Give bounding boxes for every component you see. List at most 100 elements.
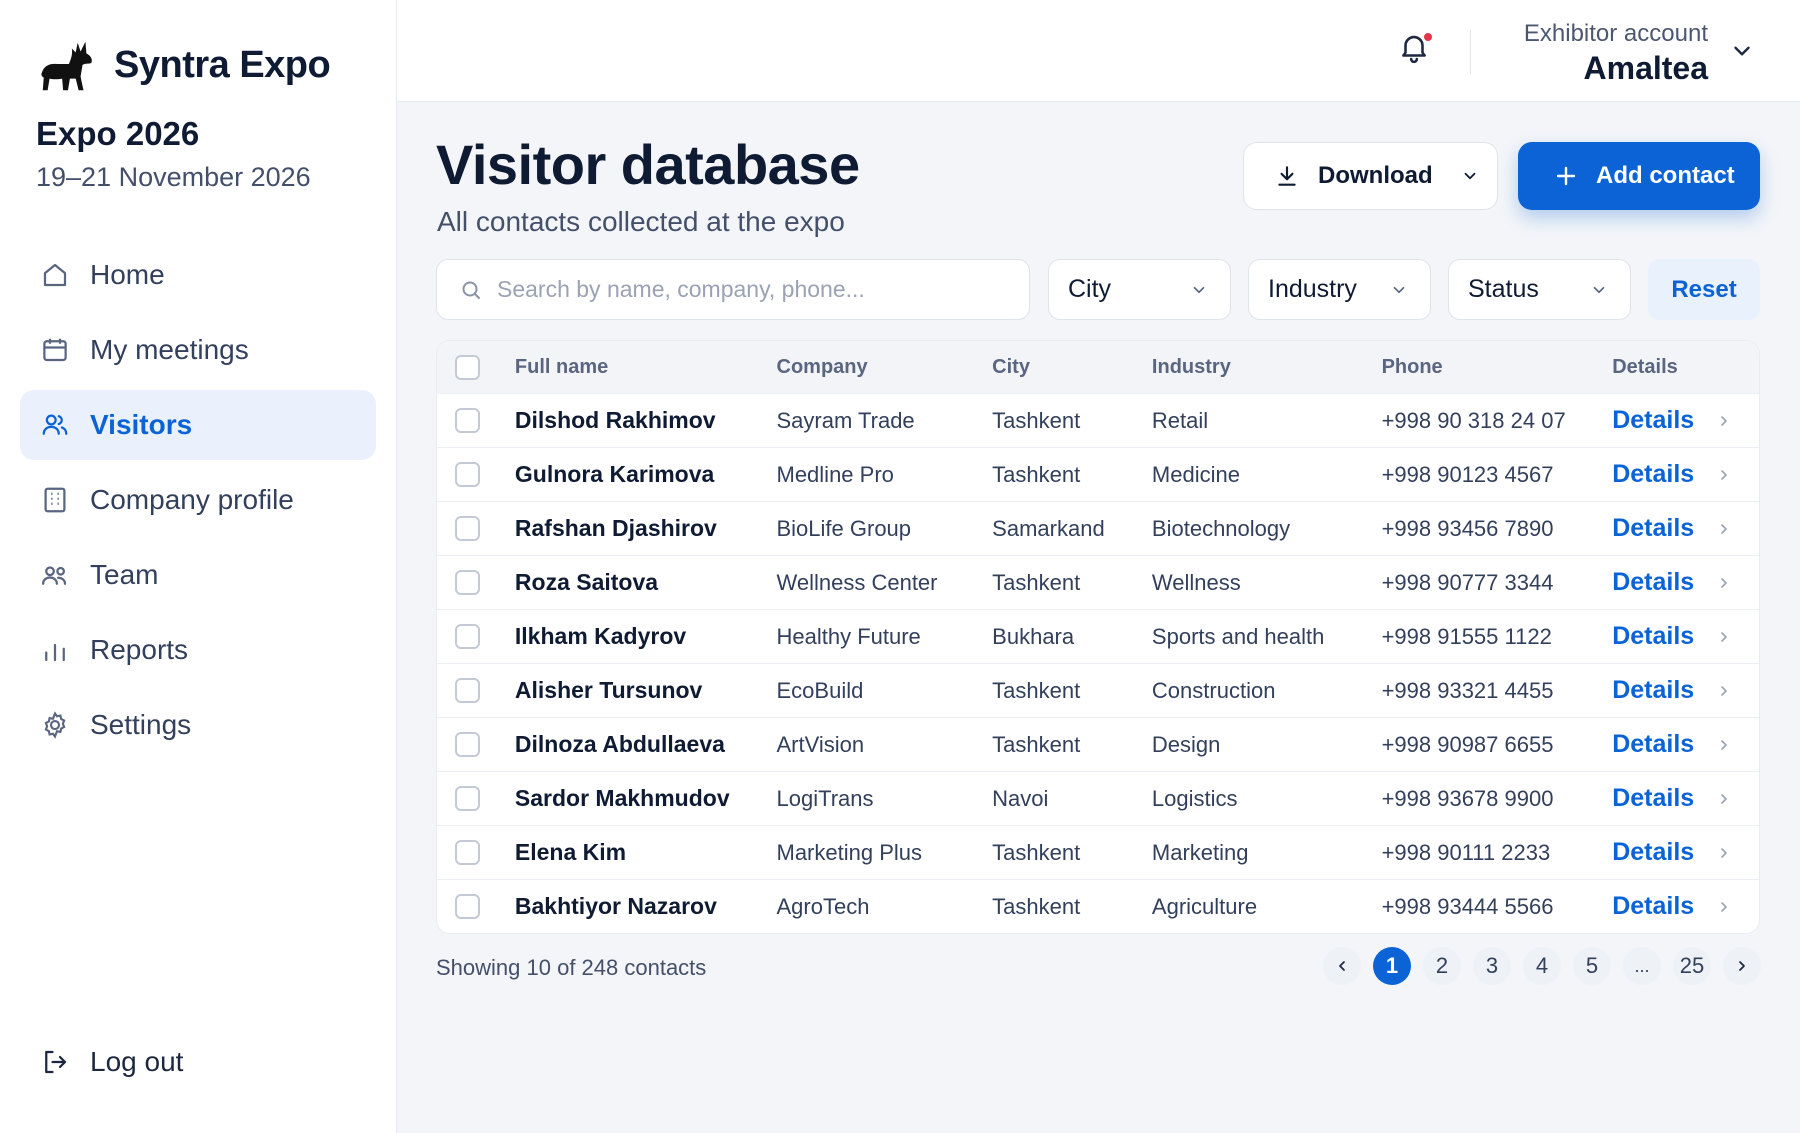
sidebar-item-home[interactable]: Home xyxy=(20,240,376,310)
details-link[interactable]: Details xyxy=(1612,406,1694,435)
cell-company: Healthy Future xyxy=(776,623,921,649)
row-checkbox[interactable] xyxy=(455,570,480,595)
page-button-5[interactable]: 5 xyxy=(1573,947,1611,985)
details-link[interactable]: Details xyxy=(1612,784,1694,813)
industry-filter-select[interactable]: Industry xyxy=(1248,259,1431,320)
reset-filters-button[interactable]: Reset xyxy=(1648,259,1760,320)
city-filter-select[interactable]: City xyxy=(1048,259,1231,320)
column-header-city[interactable]: City xyxy=(992,356,1152,379)
sidebar-item-settings[interactable]: Settings xyxy=(20,690,376,760)
logout-button[interactable]: Log out xyxy=(40,1046,183,1078)
details-link[interactable]: Details xyxy=(1612,838,1694,867)
details-link[interactable]: Details xyxy=(1612,460,1694,489)
row-checkbox-cell xyxy=(437,840,515,865)
notifications-button[interactable] xyxy=(1397,30,1437,70)
sidebar-item-my-meetings[interactable]: My meetings xyxy=(20,315,376,385)
cell-details: Details xyxy=(1612,838,1759,867)
table-row[interactable]: Gulnora Karimova Medline Pro Tashkent Medic… xyxy=(437,447,1759,501)
column-header-details: Details xyxy=(1612,355,1678,378)
cell-phone: +998 90111 2233 xyxy=(1381,839,1551,865)
sidebar-item-company-profile[interactable]: Company profile xyxy=(20,465,376,535)
prev-page-button[interactable] xyxy=(1323,947,1361,985)
team-icon xyxy=(42,566,67,585)
page-button-25[interactable]: 25 xyxy=(1673,947,1711,985)
row-checkbox[interactable] xyxy=(455,624,480,649)
download-button[interactable]: Download xyxy=(1243,142,1498,210)
row-checkbox[interactable] xyxy=(455,678,480,703)
cell-company: AgroTech xyxy=(776,893,870,919)
details-link[interactable]: Details xyxy=(1612,514,1694,543)
download-icon xyxy=(1278,166,1296,186)
event-dates: 19–21 November 2026 xyxy=(36,162,311,192)
page-button-2[interactable]: 2 xyxy=(1423,947,1461,985)
status-filter-select[interactable]: Status xyxy=(1448,259,1631,320)
details-link[interactable]: Details xyxy=(1612,892,1694,921)
chevron-right-icon xyxy=(1721,631,1727,642)
cell-phone: +998 91555 1122 xyxy=(1381,623,1552,649)
chevron-right-icon xyxy=(1721,577,1727,588)
page-button-1[interactable]: 1 xyxy=(1373,947,1411,985)
table-row[interactable]: Dilnoza Abdullaeva ArtVision Tashkent Desig… xyxy=(437,717,1759,771)
sidebar-item-label: Company profile xyxy=(90,484,294,515)
cell-details: Details xyxy=(1612,784,1759,813)
page-button-4[interactable]: 4 xyxy=(1523,947,1561,985)
brand[interactable]: Syntra Expo xyxy=(36,34,331,96)
row-checkbox[interactable] xyxy=(455,462,480,487)
page-button-3[interactable]: 3 xyxy=(1473,947,1511,985)
row-checkbox[interactable] xyxy=(455,732,480,757)
cell-phone: +998 90 318 24 07 xyxy=(1381,407,1566,433)
sidebar-item-reports[interactable]: Reports xyxy=(20,615,376,685)
table-row[interactable]: Dilshod Rakhimov Sayram Trade Tashkent Reta… xyxy=(437,393,1759,447)
home-icon xyxy=(43,263,67,287)
row-checkbox[interactable] xyxy=(455,840,480,865)
table-header: Full name Company City Industry Phone De… xyxy=(437,341,1759,393)
row-checkbox[interactable] xyxy=(455,408,480,433)
column-header-full-name[interactable]: Full name xyxy=(515,356,777,379)
sidebar-item-label: Reports xyxy=(90,634,189,665)
users-icon xyxy=(42,414,68,435)
details-link[interactable]: Details xyxy=(1612,730,1694,759)
chevron-down-icon[interactable] xyxy=(1729,38,1755,64)
column-header-phone[interactable]: Phone xyxy=(1382,356,1613,379)
notification-dot xyxy=(1422,31,1434,43)
search-field[interactable] xyxy=(436,259,1030,320)
column-header-industry[interactable]: Industry xyxy=(1152,356,1382,379)
row-checkbox-cell xyxy=(437,678,515,703)
sidebar-nav: Home My meetings Visitors Company profil… xyxy=(20,240,376,765)
details-link[interactable]: Details xyxy=(1612,622,1694,651)
row-checkbox-cell xyxy=(437,624,515,649)
chevron-right-icon xyxy=(1739,961,1745,971)
cell-details: Details xyxy=(1612,460,1759,489)
cell-full-name: Alisher Tursunov xyxy=(514,677,703,703)
brand-name: Syntra Expo xyxy=(114,43,331,86)
row-checkbox[interactable] xyxy=(455,894,480,919)
cell-full-name: Ilkham Kadyrov xyxy=(514,623,687,649)
table-row[interactable]: Alisher Tursunov EcoBuild Tashkent Construc… xyxy=(437,663,1759,717)
cell-details: Details xyxy=(1612,676,1759,705)
table-row[interactable]: Elena Kim Marketing Plus Tashkent Marketing… xyxy=(437,825,1759,879)
cell-industry: Wellness xyxy=(1151,569,1241,595)
sidebar-item-label: Team xyxy=(90,559,159,590)
column-header-company[interactable]: Company xyxy=(777,356,993,379)
search-input[interactable] xyxy=(497,276,1017,303)
account-menu[interactable]: Exhibitor account Amaltea xyxy=(1524,20,1708,87)
details-link[interactable]: Details xyxy=(1612,676,1694,705)
cell-full-name: Roza Saitova xyxy=(514,569,659,595)
details-link[interactable]: Details xyxy=(1612,568,1694,597)
table-row[interactable]: Roza Saitova Wellness Center Tashkent Welln… xyxy=(437,555,1759,609)
table-row[interactable]: Ilkham Kadyrov Healthy Future Bukhara Sport… xyxy=(437,609,1759,663)
cell-city: Tashkent xyxy=(992,893,1081,919)
table-row[interactable]: Sardor Makhmudov LogiTrans Navoi Logistics +… xyxy=(437,771,1759,825)
select-all-checkbox[interactable] xyxy=(455,354,480,380)
table-row[interactable]: Rafshan Djashirov BioLife Group Samarkand B… xyxy=(437,501,1759,555)
row-checkbox[interactable] xyxy=(455,516,480,541)
sidebar-item-team[interactable]: Team xyxy=(20,540,376,610)
next-page-button[interactable] xyxy=(1723,947,1761,985)
add-contact-button[interactable]: Add contact xyxy=(1518,142,1760,210)
cell-city: Samarkand xyxy=(992,515,1105,541)
chevron-right-icon xyxy=(1721,415,1727,426)
sidebar-item-visitors[interactable]: Visitors xyxy=(20,390,376,460)
row-checkbox[interactable] xyxy=(455,786,480,811)
table-row[interactable]: Bakhtiyor Nazarov AgroTech Tashkent Agricul… xyxy=(437,879,1759,933)
page-title: Visitor database xyxy=(436,133,860,196)
